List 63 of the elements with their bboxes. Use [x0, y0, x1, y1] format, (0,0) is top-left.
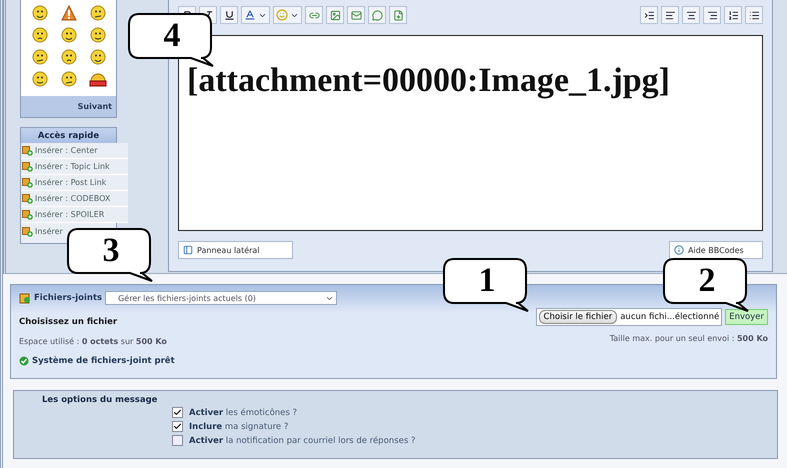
image-icon[interactable] — [326, 6, 344, 24]
smiley-icon[interactable] — [32, 5, 48, 21]
checkbox[interactable] — [172, 435, 183, 446]
smiley-icon — [276, 9, 288, 21]
manage-attachments-select[interactable]: Gérer les fichiers-joints actuels (0) — [105, 291, 338, 305]
speech-bubble-icon[interactable] — [368, 6, 386, 24]
option-label: Activer les émoticônes ? — [189, 408, 298, 418]
font-color-dropdown[interactable] — [241, 6, 270, 24]
smiley-icon[interactable] — [32, 27, 48, 43]
space-used-text: Espace utilisé : 0 octets sur 500 Ko — [19, 337, 168, 346]
underline-icon[interactable] — [220, 6, 238, 24]
help-button[interactable]: Aide BBCodes — [669, 241, 763, 259]
helmet-icon[interactable] — [88, 70, 108, 88]
quick-access-item[interactable]: Insérer : CODEBOX — [21, 191, 128, 207]
package-plus-icon — [22, 226, 33, 236]
package-plus-icon — [22, 145, 33, 156]
align-right-icon[interactable] — [703, 6, 721, 24]
link-icon[interactable] — [305, 6, 323, 24]
panel-title: Accès rapide — [21, 128, 116, 143]
smiley-icon[interactable] — [90, 27, 106, 43]
status-text: Système de fichiers-joint prêt — [32, 356, 175, 366]
quick-access-item[interactable]: Insérer : SPOILER — [21, 207, 128, 223]
quick-access-item[interactable]: Insérer : Center — [21, 143, 128, 159]
checkbox[interactable] — [172, 407, 183, 418]
attachment-icon — [19, 292, 31, 304]
align-center-icon[interactable] — [682, 6, 700, 24]
mail-icon[interactable] — [347, 6, 365, 24]
smiley-icon[interactable] — [32, 49, 48, 65]
smiley-icon[interactable] — [60, 71, 76, 87]
package-plus-icon — [22, 161, 33, 172]
option-label: Activer la notification par courriel lors de réponses ? — [189, 436, 416, 446]
options-title: Les options du message — [42, 395, 158, 407]
side-panel-button[interactable]: Panneau latéral — [178, 241, 293, 259]
package-plus-icon — [22, 193, 33, 204]
max-size-text: Taille max. pour un seul envoi : 500 Ko — [610, 334, 768, 343]
package-plus-icon — [22, 177, 33, 188]
warning-icon[interactable] — [60, 4, 76, 22]
choose-file-heading: Choisissez un fichier — [19, 317, 118, 327]
checkbox[interactable] — [172, 421, 183, 432]
next-link[interactable]: Suivant — [78, 102, 112, 111]
quick-access-item[interactable]: Insérer : Topic Link — [21, 159, 128, 175]
smiley-icon[interactable] — [60, 27, 76, 43]
smiley-icon[interactable] — [32, 71, 48, 87]
smiley-icon[interactable] — [60, 49, 76, 65]
attachments-label: Fichiers-joints — [34, 293, 102, 303]
font-color-icon — [244, 9, 256, 21]
file-status-text: aucun fichi...électionné — [620, 312, 720, 322]
quick-access-item[interactable]: Insérer : Post Link — [21, 175, 128, 191]
numbered-list-icon[interactable] — [724, 6, 742, 24]
check-circle-icon — [19, 356, 29, 366]
choose-file-button[interactable]: Choisir le fichier — [538, 310, 618, 324]
file-input[interactable]: Choisir le fichier aucun fichi...électionné — [536, 308, 722, 326]
send-button[interactable]: Envoyer — [725, 309, 768, 325]
indent-icon[interactable] — [640, 6, 658, 24]
info-icon — [674, 245, 684, 255]
smiley-icon[interactable] — [90, 49, 106, 65]
file-plus-icon[interactable] — [389, 6, 407, 24]
package-plus-icon — [22, 209, 33, 220]
option-label: Inclure ma signature ? — [189, 422, 288, 432]
bullet-list-icon[interactable] — [745, 6, 763, 24]
smiley-icon[interactable] — [90, 5, 106, 21]
panel-icon — [183, 245, 193, 255]
align-left-icon[interactable] — [661, 6, 679, 24]
